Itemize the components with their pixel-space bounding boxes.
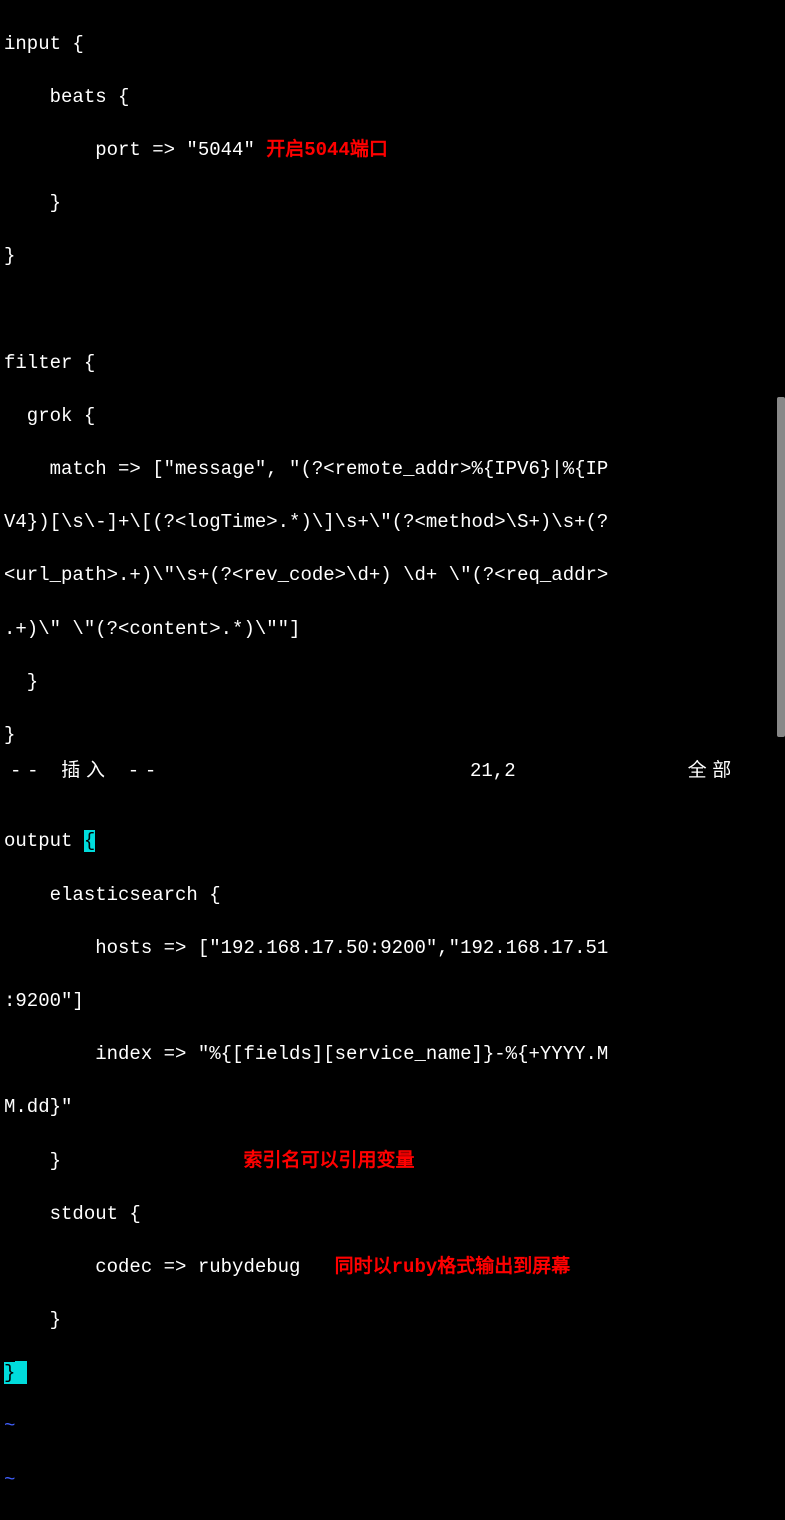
- code-text: codec => rubydebug: [4, 1256, 335, 1278]
- code-line: .+)\" \"(?<content>.*)\""]: [4, 616, 785, 643]
- cursor: [15, 1361, 26, 1384]
- code-line: }: [4, 243, 785, 270]
- code-line: match => ["message", "(?<remote_addr>%{I…: [4, 456, 785, 483]
- code-line: }: [4, 669, 785, 696]
- code-line: hosts => ["192.168.17.50:9200","192.168.…: [4, 935, 785, 962]
- code-line: [4, 297, 785, 324]
- vim-mode-indicator: -- 插入 --: [10, 758, 162, 785]
- code-line: <url_path>.+)\"\s+(?<rev_code>\d+) \d+ \…: [4, 562, 785, 589]
- empty-line-tilde: ~: [4, 1467, 785, 1494]
- code-line: V4})[\s\-]+\[(?<logTime>.*)\]\s+\"(?<met…: [4, 509, 785, 536]
- code-line: :9200"]: [4, 988, 785, 1015]
- code-text: }: [4, 1150, 243, 1172]
- code-line: index => "%{[fields][service_name]}-%{+Y…: [4, 1041, 785, 1068]
- code-line: }: [4, 1360, 785, 1387]
- code-line: grok {: [4, 403, 785, 430]
- scrollbar-thumb[interactable]: [777, 397, 785, 737]
- code-line: elasticsearch {: [4, 882, 785, 909]
- code-line: }: [4, 190, 785, 217]
- code-line: } 索引名可以引用变量: [4, 1148, 785, 1175]
- code-line: codec => rubydebug 同时以ruby格式输出到屏幕: [4, 1254, 785, 1281]
- annotation-index: 索引名可以引用变量: [243, 1150, 414, 1172]
- annotation-ruby: 同时以ruby格式输出到屏幕: [335, 1256, 571, 1278]
- code-line: }: [4, 722, 785, 749]
- code-line: stdout {: [4, 1201, 785, 1228]
- code-line: }: [4, 1307, 785, 1334]
- code-line: beats {: [4, 84, 785, 111]
- scrollbar[interactable]: [777, 0, 785, 795]
- cursor-position: 21,2: [470, 758, 516, 785]
- scroll-percent: 全部: [688, 758, 737, 785]
- code-line: M.dd}": [4, 1094, 785, 1121]
- code-line: output {: [4, 828, 785, 855]
- annotation-port: 开启5044端口: [266, 139, 388, 161]
- code-line: input {: [4, 31, 785, 58]
- code-text: port => "5044": [4, 139, 266, 161]
- matching-bracket-highlight: {: [84, 830, 95, 852]
- code-text: output: [4, 830, 84, 852]
- matching-bracket-highlight: }: [4, 1362, 15, 1384]
- empty-line-tilde: ~: [4, 1413, 785, 1440]
- vim-status-bar: -- 插入 -- 21,2 全部: [0, 758, 785, 785]
- code-line: filter {: [4, 350, 785, 377]
- code-line: port => "5044" 开启5044端口: [4, 137, 785, 164]
